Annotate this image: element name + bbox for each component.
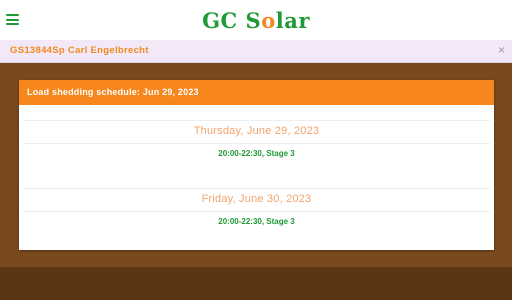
day-entry-2: Friday, June 30, 2023 20:00-22:30, Stage… xyxy=(19,189,494,226)
brand-text-part1: GC S xyxy=(202,8,262,33)
divider xyxy=(23,143,490,144)
brand-text-part3: lar xyxy=(275,8,310,33)
account-name: GS13844Sp Carl Engelbrecht xyxy=(10,45,149,56)
outage-slot: 20:00-22:30, Stage 3 xyxy=(218,149,295,158)
outage-slot: 20:00-22:30, Stage 3 xyxy=(218,217,295,226)
account-bar[interactable]: GS13844Sp Carl Engelbrecht × xyxy=(0,40,512,63)
day-entry-1: Thursday, June 29, 2023 20:00-22:30, Sta… xyxy=(19,121,494,158)
schedule-card: Load shedding schedule: Jun 29, 2023 Thu… xyxy=(19,80,494,250)
schedule-card-header: Load shedding schedule: Jun 29, 2023 xyxy=(19,80,494,105)
divider xyxy=(23,211,490,212)
day-title: Friday, June 30, 2023 xyxy=(201,193,312,205)
brand-logo: GC Solar xyxy=(0,8,512,33)
day-title: Thursday, June 29, 2023 xyxy=(193,125,320,137)
close-icon[interactable]: × xyxy=(498,43,505,57)
brand-text-part2: o xyxy=(261,8,276,33)
top-app-bar: GC Solar xyxy=(0,0,512,40)
bottom-strip xyxy=(0,267,512,300)
